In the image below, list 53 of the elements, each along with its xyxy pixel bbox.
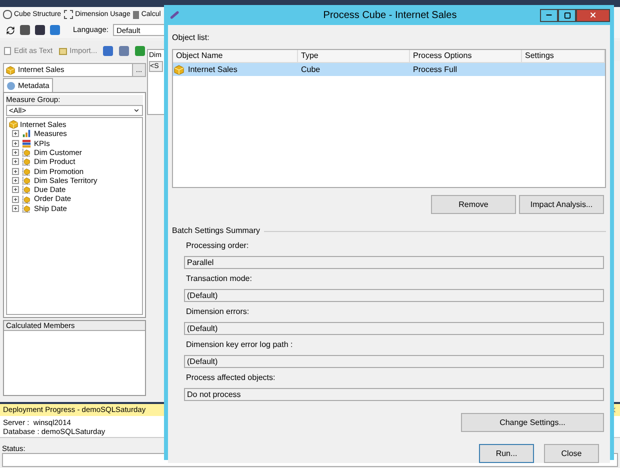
calculator-icon [133,10,140,18]
close-icon [589,11,597,19]
folder-icon [58,48,67,54]
table-cell-text: Cube [300,64,322,76]
structure-icon [3,10,12,19]
object-list-label: Object list: [172,33,210,43]
change-settings-button[interactable]: Change Settings... [461,413,604,432]
expand-icon[interactable] [12,140,19,147]
column-header[interactable]: Settings [522,50,605,62]
close-button[interactable] [576,8,610,22]
setting-label: Process affected objects: [185,373,276,383]
expand-icon[interactable] [12,130,19,138]
close-dialog-button[interactable]: Close [544,444,599,463]
column-header[interactable]: Type [298,50,410,62]
expand-icon[interactable] [12,176,19,184]
expand-icon[interactable] [12,158,19,166]
window-title: Process Cube - Internet Sales [322,8,458,22]
group-title: Batch Settings Summary [172,226,260,236]
column-header[interactable]: Object Name [173,50,298,62]
document-icon [4,47,11,55]
setting-value: Parallel [184,256,604,269]
toolbar-icon[interactable] [119,46,130,56]
bar-chart-icon [22,129,31,138]
expand-icon[interactable] [12,168,19,175]
setting-value: (Default) [184,355,604,368]
expand-icon[interactable] [12,186,19,194]
impact-analysis-button[interactable]: Impact Analysis... [519,195,604,214]
setting-value: (Default) [184,289,604,302]
app-icon [170,10,180,20]
toolbar-icon[interactable] [103,46,114,56]
run-button[interactable]: Run... [479,444,534,463]
setting-label: Transaction mode: [185,274,253,284]
remove-button[interactable]: Remove [431,195,516,214]
expand-icon[interactable] [12,196,19,203]
setting-label: Dimension errors: [185,307,250,317]
maximize-button[interactable] [558,8,576,22]
refresh-icon[interactable] [6,26,15,34]
chevron-down-icon [133,107,140,114]
setting-label: Processing order: [185,241,250,251]
setting-value: (Default) [184,322,604,335]
expand-icon[interactable] [12,149,19,156]
setting-label: Dimension key error log path : [185,340,294,350]
column-header[interactable]: Process Options [410,50,522,62]
table-row[interactable]: Internet Sales Cube Process Full [173,63,605,76]
minimize-button[interactable] [540,8,558,22]
expand-icon[interactable] [12,204,19,212]
toolbar-icon[interactable] [135,46,146,56]
setting-value: Do not process [184,388,604,401]
grid-icon [64,10,74,19]
maximize-icon [564,12,570,18]
kpi-icon [22,138,31,148]
table-cell-text: Process Full [412,64,458,76]
table-cell: Internet Sales [188,64,238,76]
